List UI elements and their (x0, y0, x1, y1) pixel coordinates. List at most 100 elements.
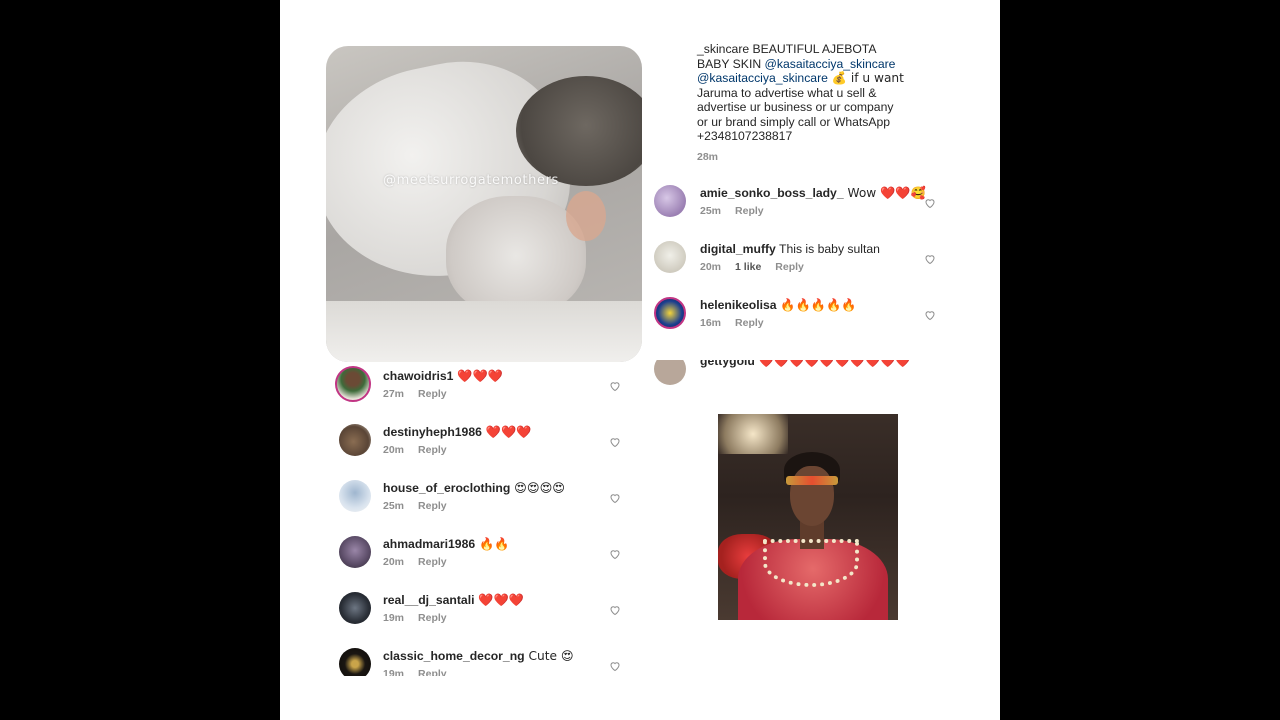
reply-button[interactable]: Reply (418, 612, 447, 624)
comment-meta: 27m Reply (383, 388, 461, 400)
caption-line: or ur brand simply call or WhatsApp (697, 114, 891, 129)
comment-body: Wow ❤️❤️🥰 (843, 186, 926, 200)
comment-username[interactable]: classic_home_decor_ng (383, 649, 525, 663)
comment-row: real__dj_santali ❤️❤️❤️ 19m Reply (339, 592, 629, 632)
caption-text: BABY SKIN (697, 56, 765, 71)
caption-line: +2348107238817 (697, 129, 793, 143)
caption-text: 💰 if u want (827, 71, 904, 85)
portrait-photo (718, 414, 898, 620)
photo-detail (786, 476, 838, 485)
comment-row: amie_sonko_boss_lady_ Wow ❤️❤️🥰 25m Reply (654, 185, 944, 225)
comment-time: 16m (700, 317, 722, 329)
comment-body: Cute 😍 (524, 649, 574, 663)
comment-username[interactable]: helenikeolisa (700, 298, 777, 312)
reply-button[interactable]: Reply (735, 317, 764, 329)
heart-outline-icon[interactable] (924, 197, 936, 209)
reply-button[interactable]: Reply (775, 261, 804, 273)
video-watermark: @meetsurrogatemothers (383, 173, 559, 188)
heart-outline-icon[interactable] (609, 604, 621, 616)
comment-username[interactable]: chawoidris1 (383, 369, 453, 383)
comment-text: amie_sonko_boss_lady_ Wow ❤️❤️🥰 (700, 186, 926, 200)
comment-text: classic_home_decor_ng Cute 😍 (383, 649, 574, 663)
comment-username[interactable]: real__dj_santali (383, 593, 474, 607)
comment-row: house_of_eroclothing 😍😍😍😍 25m Reply (339, 480, 629, 520)
comment-time: 27m (383, 388, 405, 400)
reply-button[interactable]: Reply (418, 500, 447, 512)
comment-username[interactable]: amie_sonko_boss_lady_ (700, 186, 844, 200)
reply-button[interactable]: Reply (418, 444, 447, 456)
avatar[interactable] (654, 241, 686, 273)
comment-row: digital_muffy This is baby sultan 20m 1 l… (654, 241, 944, 281)
comment-text: real__dj_santali ❤️❤️❤️ (383, 593, 524, 607)
comment-meta: 20m Reply (383, 556, 461, 568)
comment-body: This is baby sultan (775, 242, 880, 256)
video-player[interactable]: @meetsurrogatemothers (326, 46, 642, 362)
comment-text: destinyheph1986 ❤️❤️❤️ (383, 425, 531, 439)
comment-username[interactable]: digital_muffy (700, 242, 776, 256)
caption-line: Jaruma to advertise what u sell & (697, 85, 877, 100)
comment-text: helenikeolisa 🔥🔥🔥🔥🔥 (700, 298, 856, 312)
caption-line: @kasaitacciya_skincare 💰 if u want (697, 71, 912, 86)
caption-timestamp: 28m (697, 150, 719, 163)
caption-line: advertise ur business or ur company (697, 100, 894, 114)
avatar[interactable] (335, 366, 371, 402)
comment-row: helenikeolisa 🔥🔥🔥🔥🔥 16m Reply (654, 297, 944, 337)
comment-time: 20m (383, 556, 405, 568)
post-caption: _skincare BEAUTIFUL AJEBOTA BABY SKIN @k… (697, 42, 912, 164)
reply-button[interactable]: Reply (418, 556, 447, 568)
heart-outline-icon[interactable] (609, 660, 621, 672)
avatar[interactable] (654, 185, 686, 217)
comment-text: house_of_eroclothing 😍😍😍😍 (383, 481, 565, 495)
video-frame-detail (326, 301, 642, 362)
reply-button[interactable]: Reply (418, 388, 447, 400)
avatar[interactable] (339, 424, 371, 456)
comment-meta: 25m Reply (383, 500, 461, 512)
video-frame-detail (566, 191, 606, 241)
comment-text: digital_muffy This is baby sultan (700, 242, 880, 256)
screen-canvas: @meetsurrogatemothers _skincare BEAUTIFU… (280, 0, 1000, 720)
comment-username[interactable]: destinyheph1986 (383, 425, 482, 439)
avatar[interactable] (339, 592, 371, 624)
heart-outline-icon[interactable] (924, 309, 936, 321)
scroll-clip (320, 676, 640, 720)
comment-body: 🔥🔥 (475, 537, 510, 551)
comment-row: chawoidris1 ❤️❤️❤️ 27m Reply (335, 366, 627, 408)
comment-body: ❤️❤️❤️ (474, 593, 524, 607)
comment-time: 20m (700, 261, 722, 273)
comment-meta: 16m Reply (700, 317, 778, 329)
reply-button[interactable]: Reply (735, 205, 764, 217)
comment-body: ❤️❤️❤️ (453, 369, 503, 383)
avatar[interactable] (339, 536, 371, 568)
heart-outline-icon[interactable] (609, 380, 621, 392)
photo-detail (763, 539, 859, 587)
comment-username[interactable]: house_of_eroclothing (383, 481, 510, 495)
caption-line: BABY SKIN @kasaitacciya_skincare (697, 57, 912, 72)
heart-outline-icon[interactable] (924, 253, 936, 265)
mention-link[interactable]: @kasaitacciya_skincare (765, 57, 896, 71)
avatar[interactable] (339, 480, 371, 512)
scroll-clip (650, 340, 950, 360)
comment-text: ahmadmari1986 🔥🔥 (383, 537, 509, 551)
heart-outline-icon[interactable] (609, 548, 621, 560)
comment-likes[interactable]: 1 like (735, 261, 761, 273)
comment-row: destinyheph1986 ❤️❤️❤️ 20m Reply (339, 424, 629, 464)
caption-line: _skincare BEAUTIFUL AJEBOTA (697, 42, 877, 56)
photo-detail (718, 414, 788, 454)
comment-time: 20m (383, 444, 405, 456)
comment-meta: 19m Reply (383, 612, 461, 624)
comment-username[interactable]: ahmadmari1986 (383, 537, 475, 551)
comment-time: 19m (383, 612, 405, 624)
comment-body: ❤️❤️❤️ (481, 425, 532, 439)
mention-link[interactable]: @kasaitacciya_skincare (697, 71, 828, 85)
comment-row: ahmadmari1986 🔥🔥 20m Reply (339, 536, 629, 576)
comment-time: 25m (700, 205, 722, 217)
heart-outline-icon[interactable] (609, 436, 621, 448)
comment-meta: 25m Reply (700, 205, 778, 217)
heart-outline-icon[interactable] (609, 492, 621, 504)
comment-body: 😍😍😍😍 (510, 481, 566, 495)
comment-body: 🔥🔥🔥🔥🔥 (776, 298, 857, 312)
video-frame-detail (446, 196, 586, 316)
avatar[interactable] (654, 297, 686, 329)
comment-time: 25m (383, 500, 405, 512)
comment-meta: 20m Reply (383, 444, 461, 456)
